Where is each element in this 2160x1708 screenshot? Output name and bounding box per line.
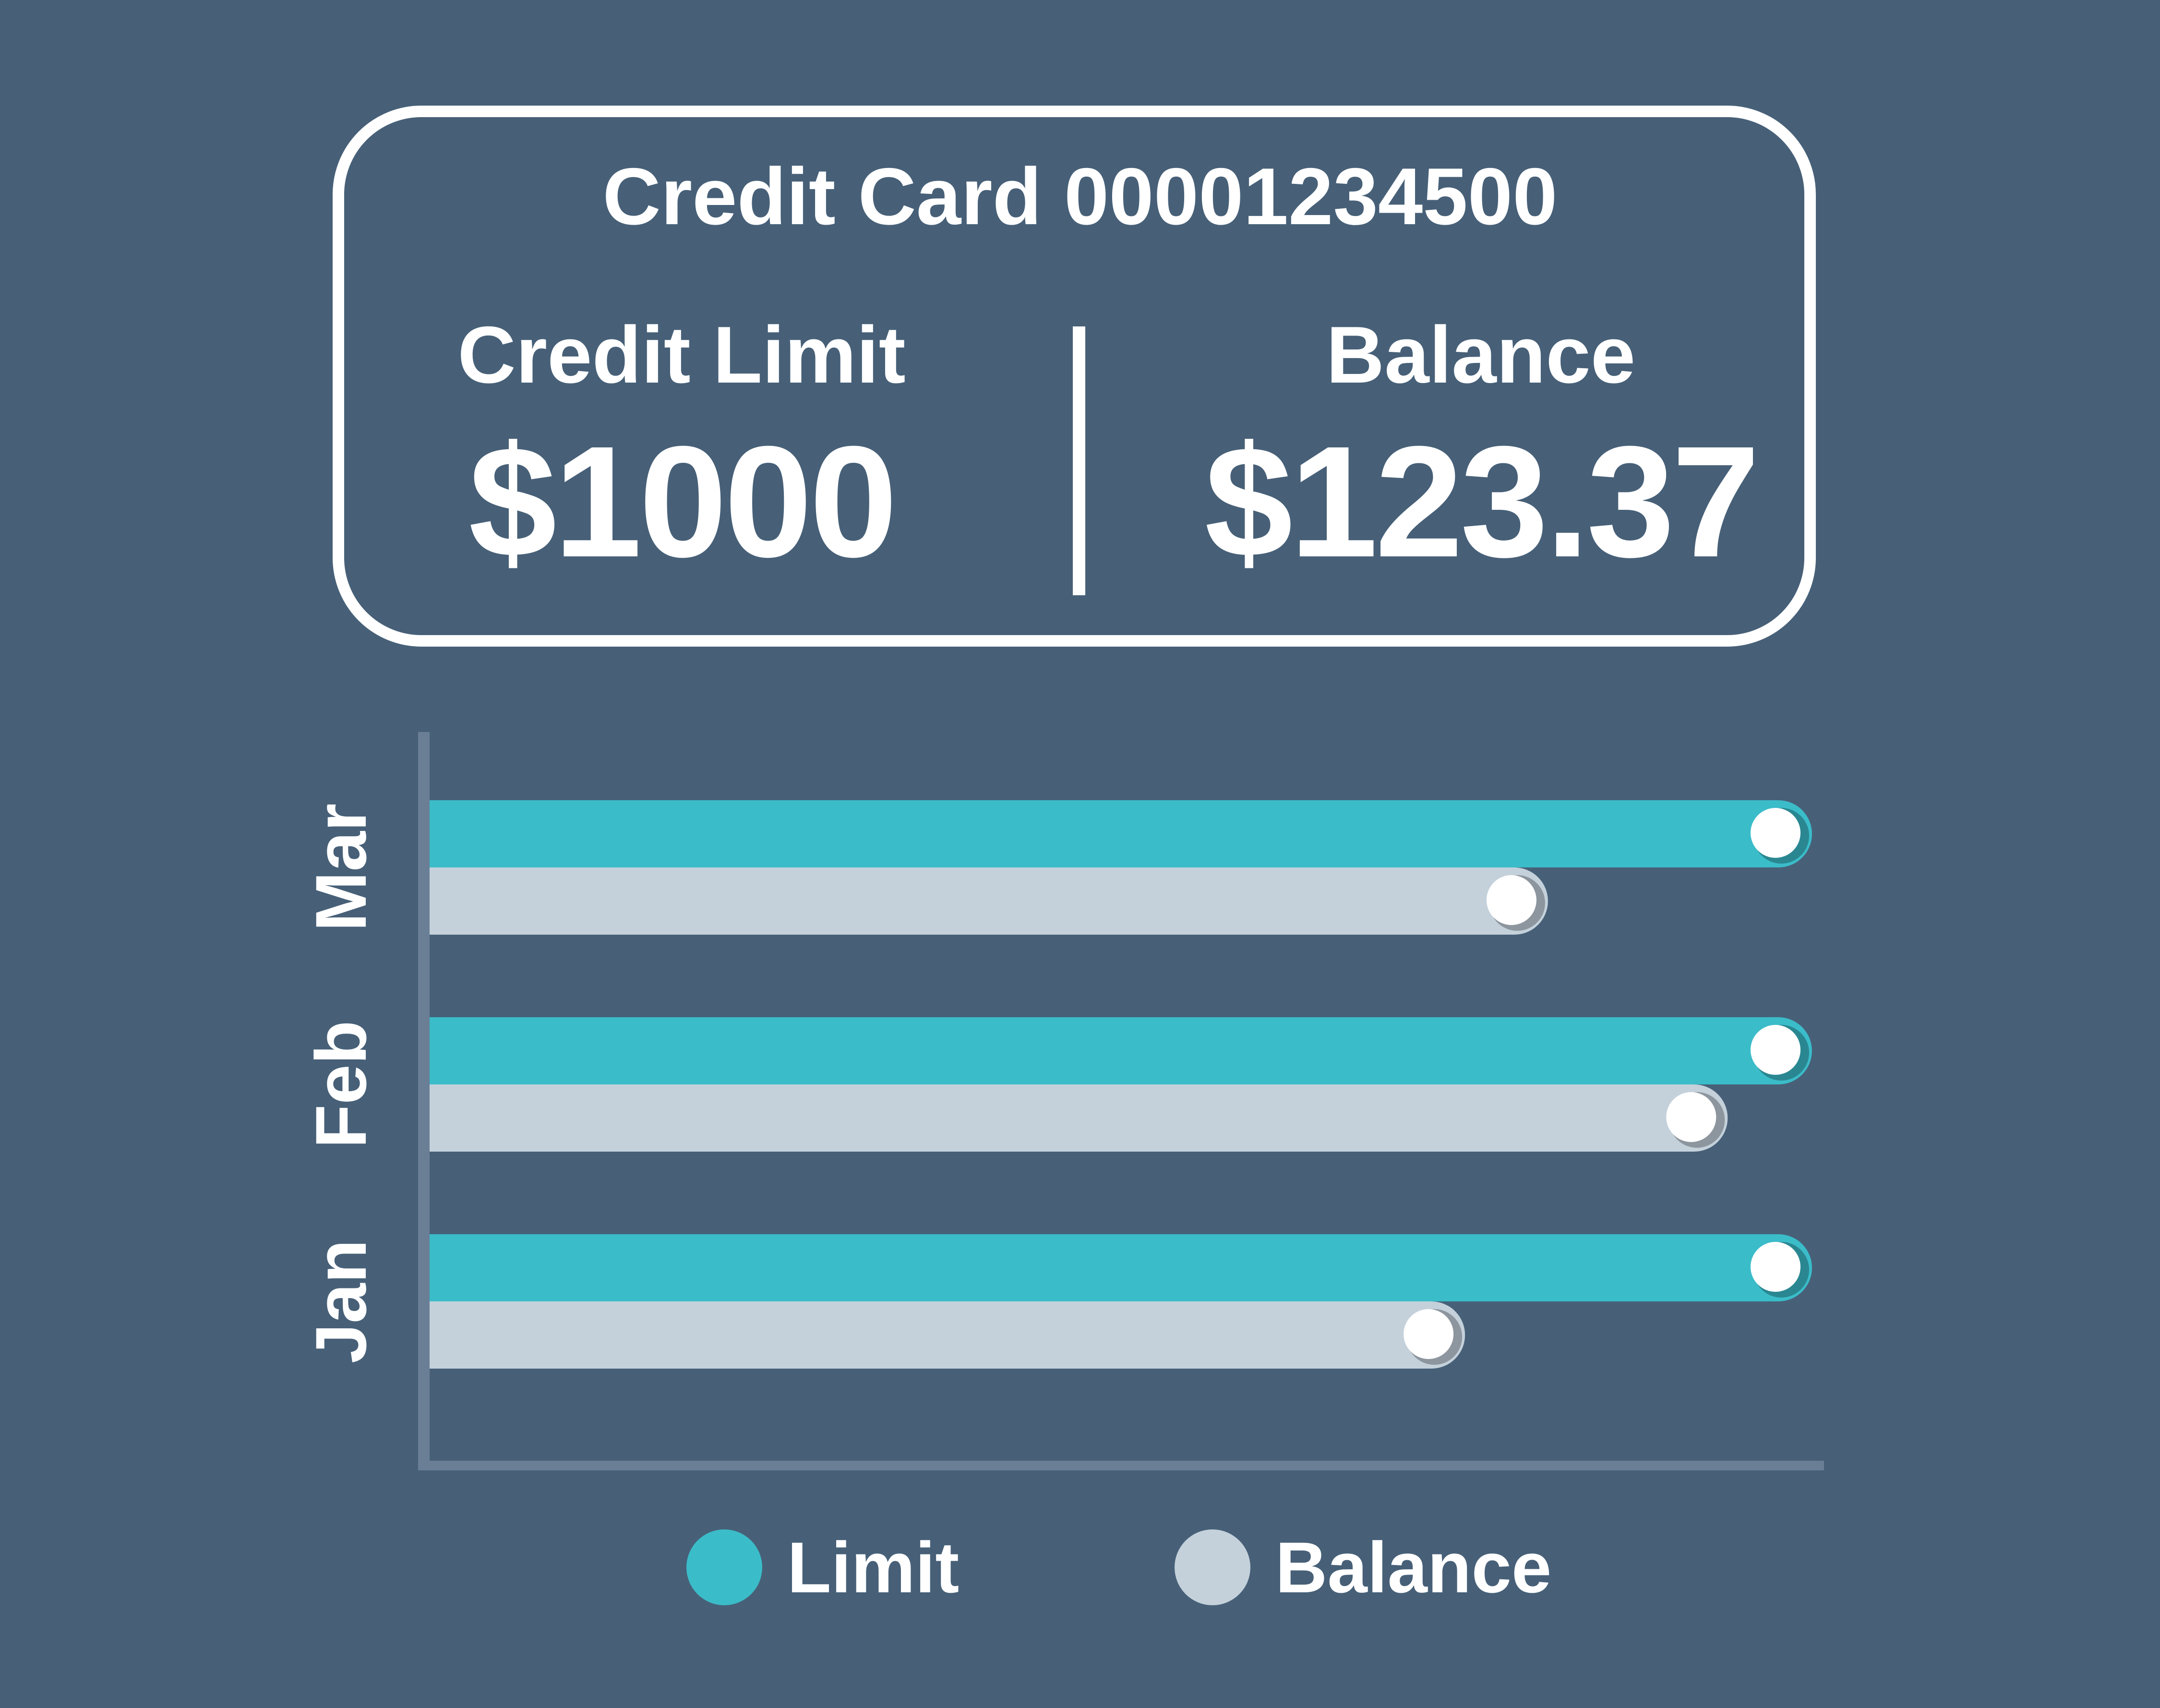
bar-end-marker-limit-mar <box>1751 808 1800 858</box>
y-tick-label-jan: Jan <box>300 1239 381 1363</box>
bar-limit-jan <box>430 1234 1812 1301</box>
bar-end-marker-balance-jan <box>1404 1309 1454 1359</box>
legend-label-balance: Balance <box>1275 1527 1552 1608</box>
bar-end-marker-limit-feb <box>1751 1025 1800 1075</box>
legend-swatch-limit <box>686 1529 762 1605</box>
y-tick-label-mar: Mar <box>300 804 381 932</box>
bar-balance-jan <box>430 1301 1465 1369</box>
bar-end-marker-limit-jan <box>1751 1242 1800 1292</box>
bar-balance-feb <box>430 1084 1728 1152</box>
legend-item-balance: Balance <box>1175 1527 1551 1608</box>
bar-balance-mar <box>430 867 1548 935</box>
legend-item-limit: Limit <box>686 1527 959 1608</box>
legend-label-limit: Limit <box>787 1527 960 1608</box>
bar-chart: Mar Feb Jan <box>300 732 1824 1470</box>
bar-end-marker-balance-mar <box>1486 875 1536 925</box>
bar-limit-mar <box>430 800 1812 867</box>
legend-swatch-balance <box>1175 1529 1250 1605</box>
bar-end-marker-balance-feb <box>1666 1092 1716 1142</box>
bar-limit-feb <box>430 1017 1812 1084</box>
y-tick-label-feb: Feb <box>300 1021 381 1149</box>
